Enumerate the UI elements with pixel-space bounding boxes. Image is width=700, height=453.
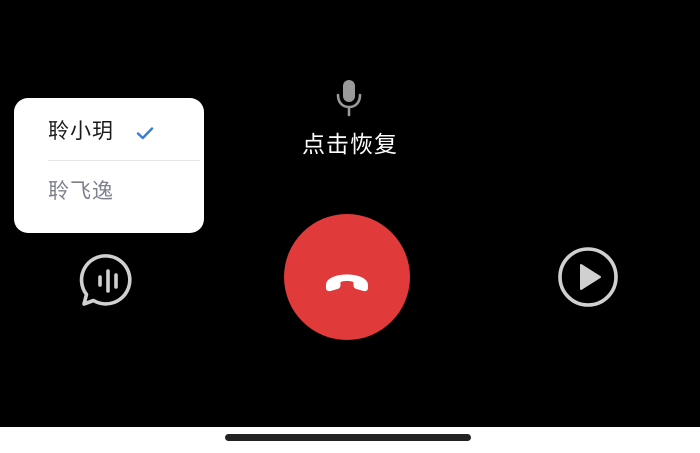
- voice-selector-menu: 聆小玥 聆飞逸: [14, 98, 204, 233]
- subtitle-button[interactable]: [78, 251, 138, 311]
- speech-bubble-waveform-icon: [79, 254, 132, 306]
- home-indicator[interactable]: [225, 434, 471, 441]
- phone-hangup-icon: [326, 274, 368, 292]
- voice-option-feiyi[interactable]: 聆飞逸: [14, 162, 204, 222]
- voice-option-label: 聆小玥: [48, 119, 114, 143]
- menu-divider: [48, 160, 200, 161]
- voice-option-xiaoyue[interactable]: 聆小玥: [14, 102, 204, 162]
- tap-to-resume-label[interactable]: 点击恢复: [250, 129, 450, 161]
- microphone-icon: [336, 80, 362, 117]
- play-circle-icon: [558, 247, 618, 307]
- check-icon: [136, 127, 154, 140]
- hang-up-button[interactable]: [284, 214, 410, 340]
- play-button[interactable]: [556, 245, 620, 309]
- voice-option-label: 聆飞逸: [48, 179, 114, 203]
- call-screen: 聆小玥 聆飞逸 点击恢复: [0, 0, 700, 427]
